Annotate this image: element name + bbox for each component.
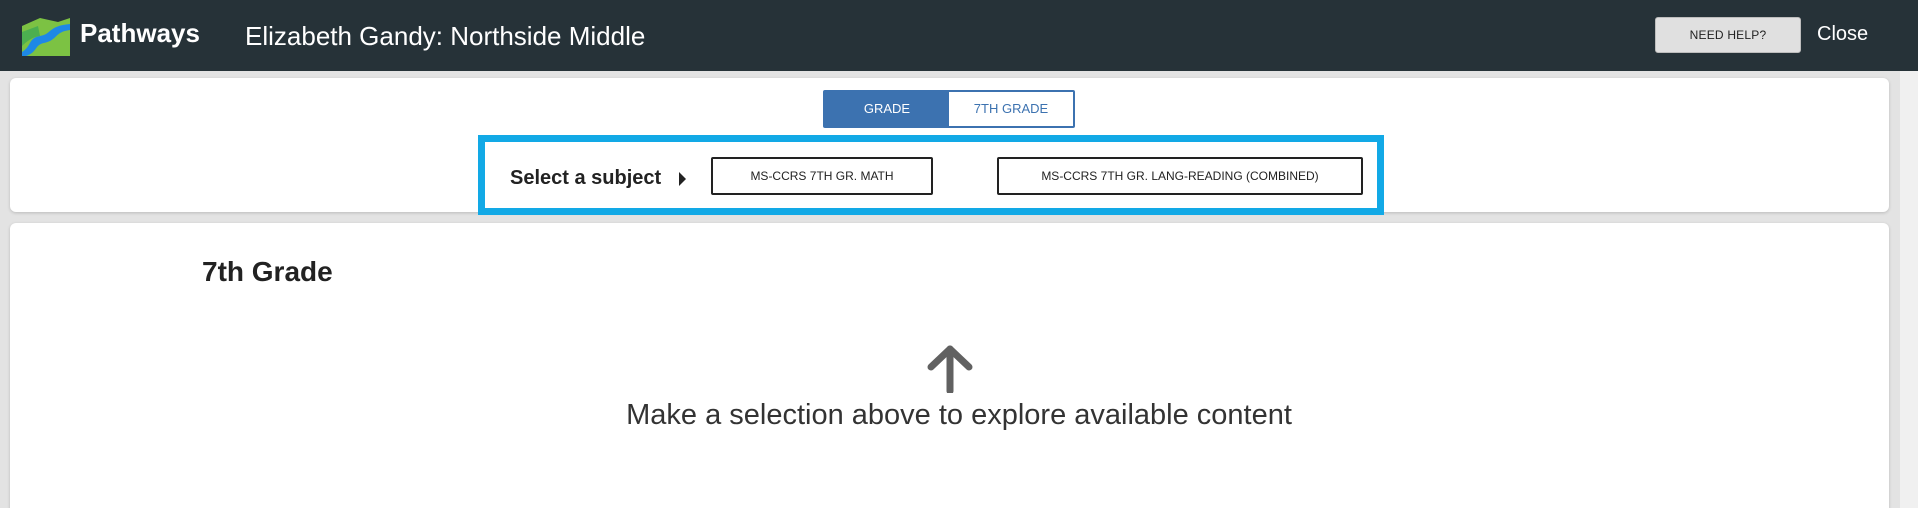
top-bar: Pathways Elizabeth Gandy: Northside Midd… xyxy=(0,0,1918,71)
arrow-up-icon xyxy=(927,345,973,393)
subject-selector-label: Select a subject xyxy=(510,167,662,189)
caret-right-icon xyxy=(679,172,686,186)
need-help-button[interactable]: NEED HELP? xyxy=(1655,17,1801,53)
pathways-logo-icon xyxy=(22,18,70,56)
grade-label[interactable]: GRADE xyxy=(825,92,949,126)
grade-value[interactable]: 7TH GRADE xyxy=(949,92,1073,126)
grade-heading: 7th Grade xyxy=(202,256,333,287)
empty-state-message: Make a selection above to explore availa… xyxy=(626,399,1292,431)
subject-selector: Select a subject MS-CCRS 7TH GR. MATH MS… xyxy=(478,135,1384,215)
page-scrollbar[interactable] xyxy=(1900,71,1918,508)
close-button[interactable]: Close xyxy=(1817,23,1868,46)
page-title: Elizabeth Gandy: Northside Middle xyxy=(245,21,646,51)
subject-button-math[interactable]: MS-CCRS 7TH GR. MATH xyxy=(711,157,933,195)
subject-button-lang-reading[interactable]: MS-CCRS 7TH GR. LANG-READING (COMBINED) xyxy=(997,157,1363,195)
brand-name: Pathways xyxy=(80,18,200,48)
grade-toggle[interactable]: GRADE 7TH GRADE xyxy=(823,90,1075,128)
